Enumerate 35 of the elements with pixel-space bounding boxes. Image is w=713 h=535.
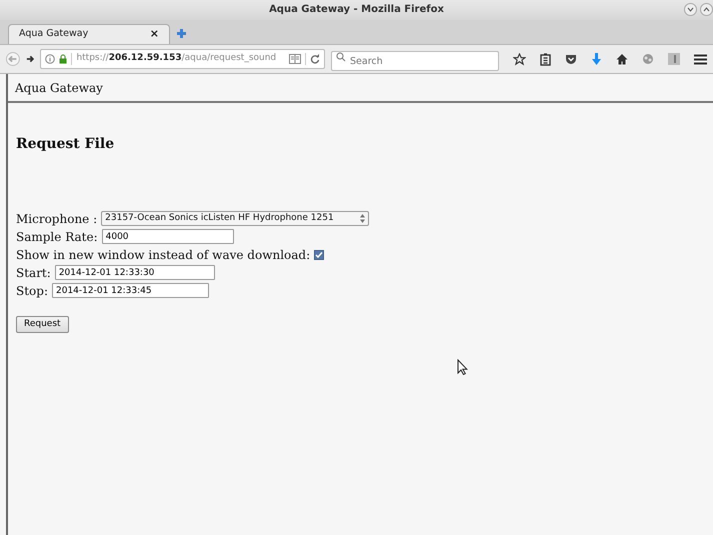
home-icon[interactable]	[616, 53, 628, 65]
chevron-up-icon	[703, 6, 710, 14]
window-title: Aqua Gateway - Mozilla Firefox	[269, 4, 444, 15]
chevron-down-icon	[687, 6, 694, 14]
menu-icon[interactable]	[694, 54, 707, 64]
search-field[interactable]: Search	[331, 51, 499, 72]
reload-icon[interactable]	[310, 54, 320, 64]
new-tab-icon[interactable]	[176, 28, 187, 39]
input-field[interactable]: 2014-12-01 12:33:30	[54, 265, 215, 280]
field-label: Stop:	[16, 282, 48, 300]
page-heading: Request File	[16, 136, 116, 153]
spinner-arrows-icon	[360, 214, 366, 224]
field-label: Show in new window instead of wave download:	[16, 246, 310, 264]
lock-icon	[59, 54, 68, 64]
input-field[interactable]: 4000	[102, 229, 234, 244]
maximize-button[interactable]	[700, 3, 713, 16]
request-button[interactable]: Request	[16, 316, 69, 333]
forward-icon[interactable]	[26, 54, 34, 64]
reader-view-icon[interactable]	[289, 54, 301, 64]
bookmark-star-icon[interactable]	[513, 52, 526, 66]
input-field[interactable]: 2014-12-01 12:33:45	[52, 283, 209, 298]
close-tab-button[interactable]: ×	[150, 26, 159, 43]
pocket-icon[interactable]	[565, 54, 577, 64]
clipboard-icon[interactable]	[540, 52, 551, 66]
download-icon[interactable]	[591, 52, 602, 66]
minimize-button[interactable]	[684, 3, 697, 16]
field-label: Sample Rate:	[16, 228, 98, 246]
field-label: Start:	[16, 264, 51, 282]
browser-tab[interactable]: Aqua Gateway ×	[8, 24, 170, 44]
checkbox[interactable]	[314, 250, 324, 260]
mouse-cursor-icon	[457, 358, 468, 375]
field-label: Microphone :	[16, 210, 98, 228]
microphone-select[interactable]: 23157-Ocean Sonics icListen HF Hydrophone 1251	[101, 211, 370, 226]
page-header: Aqua Gateway	[8, 74, 713, 103]
info-icon[interactable]	[45, 54, 56, 64]
